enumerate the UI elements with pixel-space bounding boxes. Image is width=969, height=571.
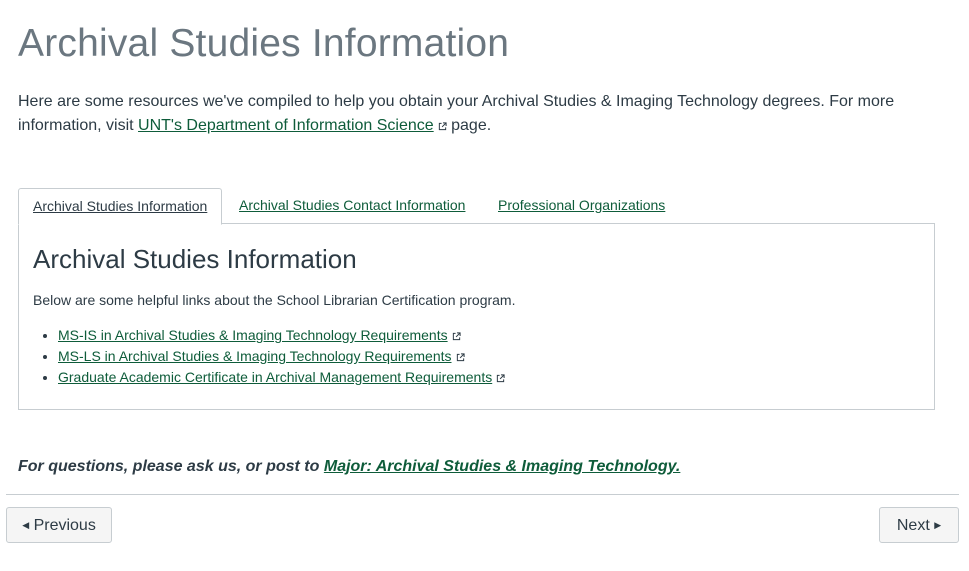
previous-button[interactable]: ◀ Previous (6, 507, 112, 543)
major-discussion-link[interactable]: Major: Archival Studies & Imaging Techno… (324, 458, 681, 475)
external-link-icon (497, 374, 505, 383)
department-link[interactable]: UNT's Department of Information Science (138, 117, 434, 134)
tab-professional-organizations[interactable]: Professional Organizations (498, 188, 665, 223)
next-button[interactable]: Next ▶ (879, 507, 959, 543)
graduate-certificate-requirements-link[interactable]: Graduate Academic Certificate in Archiva… (58, 369, 492, 385)
tab-archival-studies-contact-information[interactable]: Archival Studies Contact Information (239, 188, 465, 223)
questions-text: For questions, please ask us, or post to (18, 458, 320, 475)
footer-divider (6, 494, 959, 495)
caret-right-icon: ▶ (934, 520, 942, 530)
panel-description: Below are some helpful links about the S… (33, 292, 516, 308)
tab-archival-studies-information[interactable]: Archival Studies Information (18, 188, 223, 225)
external-link-icon (456, 353, 465, 362)
list-item: MS-LS in Archival Studies & Imaging Tech… (58, 346, 505, 367)
list-item: Graduate Academic Certificate in Archiva… (58, 367, 505, 388)
external-link-icon (452, 332, 461, 341)
caret-left-icon: ◀ (22, 520, 30, 530)
questions-note: For questions, please ask us, or post to… (18, 458, 680, 476)
ms-is-requirements-link[interactable]: MS-IS in Archival Studies & Imaging Tech… (58, 327, 448, 343)
resource-link-list: MS-IS in Archival Studies & Imaging Tech… (33, 325, 505, 388)
list-item: MS-IS in Archival Studies & Imaging Tech… (58, 325, 505, 346)
external-link-icon (438, 122, 447, 131)
tab-list: Archival Studies Information Archival St… (18, 188, 935, 225)
panel-title: Archival Studies Information (33, 244, 357, 274)
ms-ls-requirements-link[interactable]: MS-LS in Archival Studies & Imaging Tech… (58, 348, 452, 364)
intro-text-end: page. (451, 117, 492, 134)
next-label: Next (896, 517, 930, 534)
tab-panel: Archival Studies Information Below are s… (18, 223, 935, 410)
page-title: Archival Studies Information (18, 22, 510, 65)
previous-label: Previous (33, 517, 96, 534)
intro-paragraph: Here are some resources we've compiled t… (18, 90, 918, 138)
